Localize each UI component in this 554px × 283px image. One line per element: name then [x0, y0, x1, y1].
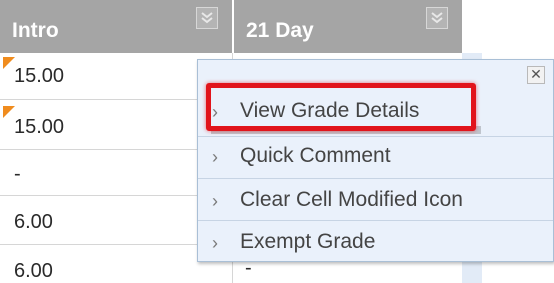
column-title: Intro — [12, 19, 59, 42]
column-options-button[interactable] — [426, 7, 448, 29]
menu-separator — [198, 178, 553, 179]
grade-context-menu: ✕ › View Grade Details › Quick Comment ›… — [197, 59, 554, 262]
menu-item-exempt-grade[interactable]: › Exempt Grade — [198, 223, 553, 261]
double-chevron-down-icon — [431, 12, 443, 24]
close-menu-button[interactable]: ✕ — [527, 66, 545, 84]
grade-center-view: Intro 21 Day 15.00 15.00 - 6.00 6.00 - ✕… — [0, 0, 554, 283]
highlight-shadow — [211, 126, 481, 134]
chevron-right-icon: › — [212, 191, 218, 211]
grade-value: - — [14, 163, 21, 185]
menu-item-label: Quick Comment — [240, 144, 391, 167]
menu-item-label: Exempt Grade — [240, 230, 376, 253]
double-chevron-down-icon — [201, 12, 213, 24]
menu-item-label: View Grade Details — [240, 99, 420, 122]
column-header-21-day[interactable]: 21 Day — [234, 0, 462, 53]
chevron-right-icon: › — [212, 147, 218, 167]
column-title: 21 Day — [246, 19, 314, 42]
menu-item-clear-cell-modified-icon[interactable]: › Clear Cell Modified Icon — [198, 181, 553, 219]
menu-item-label: Clear Cell Modified Icon — [240, 188, 463, 211]
chevron-right-icon: › — [212, 102, 218, 122]
grade-value: 15.00 — [14, 65, 65, 87]
menu-item-view-grade-details[interactable]: › View Grade Details — [198, 92, 553, 130]
grade-value: 6.00 — [14, 211, 53, 233]
chevron-right-icon: › — [212, 233, 218, 253]
column-header-intro[interactable]: Intro — [0, 0, 232, 53]
menu-separator — [198, 220, 553, 221]
column-options-button[interactable] — [196, 7, 218, 29]
menu-item-quick-comment[interactable]: › Quick Comment — [198, 137, 553, 175]
grade-value: 15.00 — [14, 116, 65, 138]
grade-value: 6.00 — [14, 260, 53, 282]
